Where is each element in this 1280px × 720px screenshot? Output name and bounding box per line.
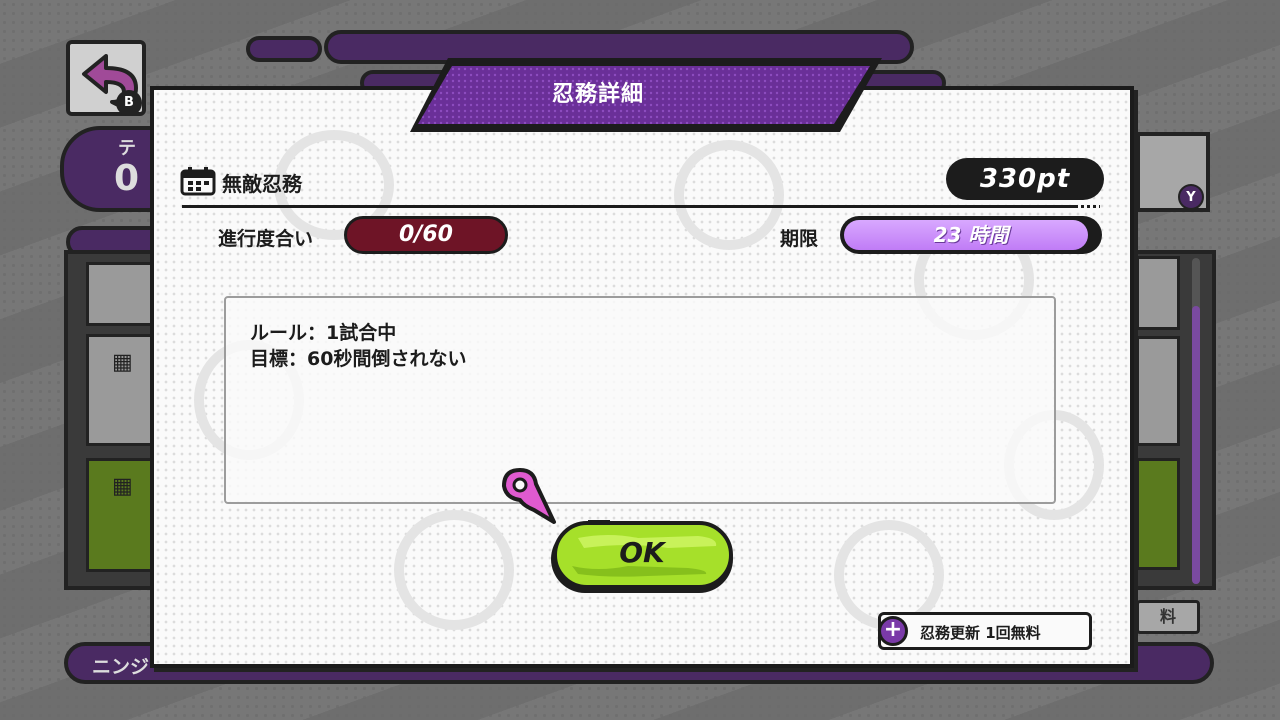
points-badge: 330pt (946, 158, 1104, 200)
background-doodle (394, 510, 514, 630)
right-small-button[interactable]: 料 (1136, 600, 1200, 634)
divider (182, 205, 1100, 208)
deadline-label: 期限 (780, 228, 819, 250)
list-item[interactable] (1136, 336, 1180, 446)
description-rule: ルール：1試合中 (250, 322, 397, 344)
description-goal: 目標：60秒間倒されない (250, 348, 467, 370)
divider-dash (1078, 205, 1100, 208)
pointer-cursor-icon (502, 468, 556, 524)
left-tab-value: 0 (114, 158, 140, 199)
deadline-value: 23 時間 (933, 223, 1009, 247)
calendar-icon: ▦ (112, 350, 133, 375)
b-button-hint: B (116, 90, 142, 116)
list-item[interactable] (1136, 458, 1180, 570)
mission-name: 無敵忍務 (222, 172, 302, 196)
background-doodle (674, 140, 784, 250)
calendar-icon: ▦ (112, 474, 133, 499)
dialog-title: 忍務詳細 (551, 82, 644, 107)
header-pill-small (246, 36, 322, 62)
progress-label: 進行度合い (218, 228, 314, 250)
refresh-missions-label[interactable]: 忍務更新 1回無料 (920, 622, 1041, 643)
y-button-hint: Y (1178, 184, 1204, 210)
scrollbar-thumb[interactable] (1192, 306, 1200, 584)
list-item[interactable] (86, 262, 156, 326)
bottom-message-text: ニンジ (92, 656, 150, 678)
left-tab-label: テ (118, 138, 136, 159)
plus-icon: + (878, 616, 908, 646)
calendar-icon (180, 167, 216, 196)
ok-button-label[interactable]: OK (548, 536, 736, 569)
list-item[interactable] (1136, 256, 1180, 330)
progress-value: 0/60 (344, 216, 508, 254)
